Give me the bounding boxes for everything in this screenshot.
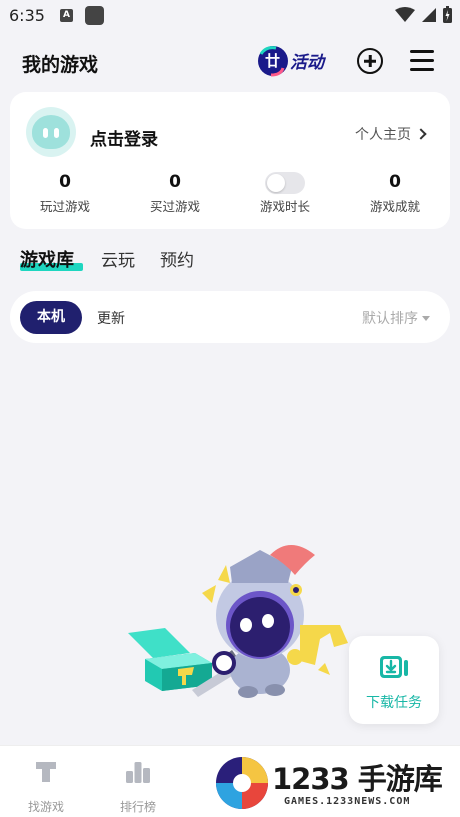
- stat-value: 0: [169, 172, 181, 192]
- tab-cloud-play[interactable]: 云玩: [101, 246, 135, 271]
- filter-update-chip[interactable]: 更新: [97, 308, 125, 328]
- tab-label: 游戏库: [20, 250, 74, 271]
- avatar-eye-right: [54, 128, 59, 138]
- sort-dropdown[interactable]: 默认排序: [362, 308, 430, 328]
- status-icons: [395, 6, 452, 23]
- battery-icon: [443, 6, 452, 23]
- profile-card: 点击登录 个人主页 0 玩过游戏 0 买过游戏 游戏时长 0 游戏成就: [10, 92, 450, 229]
- nav-label: 排行榜: [119, 800, 156, 814]
- notification-a-icon: A: [60, 9, 73, 22]
- nav-label: 找游戏: [27, 800, 64, 814]
- stat-played[interactable]: 0 玩过游戏: [20, 172, 110, 215]
- site-watermark: 1233 手游库 GAMES.1233NEWS.COM: [210, 752, 460, 814]
- download-tasks-label: 下载任务: [366, 695, 422, 711]
- activity-badge-prefix: 廿: [265, 52, 281, 70]
- stat-label: 买过游戏: [149, 199, 200, 214]
- add-button[interactable]: [357, 48, 383, 74]
- stat-value: 0: [59, 172, 71, 192]
- activity-button[interactable]: 廿 活动: [256, 44, 336, 78]
- find-game-icon: [36, 762, 56, 782]
- notification-app-icon: [85, 6, 104, 25]
- avatar[interactable]: [26, 107, 76, 157]
- app-header: 我的游戏 廿 活动: [0, 32, 460, 90]
- avatar-eye-left: [43, 128, 48, 138]
- status-time: 6:35: [9, 6, 45, 25]
- status-bar: 6:35 A: [0, 0, 460, 32]
- download-tasks-button[interactable]: 下载任务: [349, 636, 439, 724]
- stat-label: 游戏成就: [369, 199, 420, 214]
- stat-purchased[interactable]: 0 买过游戏: [130, 172, 220, 215]
- stat-achievements[interactable]: 0 游戏成就: [350, 172, 440, 215]
- avatar-face: [32, 115, 70, 149]
- homepage-label: 个人主页: [355, 127, 411, 143]
- stat-value: 0: [389, 172, 401, 192]
- chevron-right-icon: [415, 128, 427, 140]
- watermark-title: 1233 手游库: [272, 762, 443, 796]
- filter-local-chip[interactable]: 本机: [20, 301, 82, 334]
- download-icon: [380, 656, 408, 678]
- tab-game-library[interactable]: 游戏库: [20, 246, 83, 272]
- playtime-toggle[interactable]: [265, 172, 305, 194]
- watermark-logo-icon: [216, 757, 268, 809]
- wifi-icon: [395, 6, 415, 22]
- dropdown-arrow-icon: [422, 315, 430, 321]
- treasure-chest-icon: [128, 628, 212, 691]
- signal-icon: [422, 7, 436, 22]
- login-link[interactable]: 点击登录: [90, 125, 158, 150]
- tab-reservation[interactable]: 预约: [160, 246, 194, 271]
- stat-label: 玩过游戏: [39, 199, 90, 214]
- stat-playtime[interactable]: 游戏时长: [240, 172, 330, 215]
- filter-bar: 本机 更新 默认排序: [10, 291, 450, 343]
- empty-state-knight-illustration: [128, 545, 348, 698]
- nav-ranking[interactable]: 排行榜: [103, 758, 173, 815]
- nav-find-game[interactable]: 找游戏: [11, 758, 81, 815]
- sort-label: 默认排序: [362, 311, 418, 327]
- menu-button[interactable]: [410, 50, 434, 72]
- ranking-icon: [126, 762, 150, 783]
- homepage-link[interactable]: 个人主页: [355, 124, 427, 144]
- activity-badge-label: 活动: [290, 53, 324, 73]
- watermark-url: GAMES.1233NEWS.COM: [284, 796, 411, 807]
- stat-label: 游戏时长: [259, 199, 310, 214]
- page-title: 我的游戏: [22, 54, 99, 76]
